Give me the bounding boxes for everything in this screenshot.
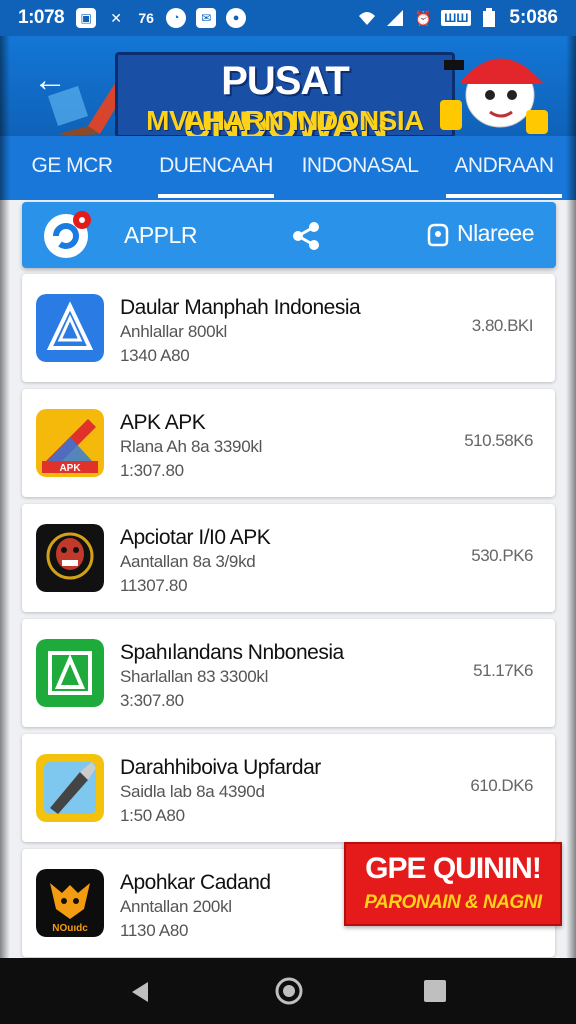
- app-size: 510.58K6: [464, 431, 533, 450]
- app-apk-icon: APK: [36, 409, 104, 477]
- svg-text:APK: APK: [59, 463, 81, 474]
- cellular-icon: [387, 10, 404, 26]
- tab-ge-mcr[interactable]: GE MCR: [0, 136, 144, 200]
- tab-andraan[interactable]: ANDRAAN: [432, 136, 576, 200]
- header-banner: ← PUSAT UNDOWAN MVAHARN INDONSIA: [0, 36, 576, 148]
- notification-glyph: 76: [138, 10, 154, 26]
- action-bar-right-label: Nlareee: [456, 220, 535, 246]
- status-tag: ШШ: [441, 10, 472, 26]
- list-item[interactable]: Apciotar I/I0 APK Aantallan 8a 3/9kd 113…: [22, 504, 555, 612]
- app-date: 1:50 A80: [120, 806, 185, 825]
- alarm-icon: ⏰: [414, 9, 432, 26]
- status-time: 1:078: [18, 7, 65, 28]
- app-subtitle: Anntallan 200kl: [120, 897, 232, 916]
- status-bar: 1:078 ▣ ✕ 76 ◔ ✉ ● ⏰ ШШ 5:086: [0, 0, 576, 36]
- nav-recents-icon[interactable]: [424, 980, 446, 1002]
- app-date: 3:307.80: [120, 691, 184, 710]
- list-item[interactable]: Darahhiboiva Upfardar Saidla lab 8a 4390…: [22, 734, 555, 842]
- app-name: APK APK: [120, 411, 206, 434]
- app-mask-icon: [36, 524, 104, 592]
- tab-indonasal[interactable]: INDONASAL: [288, 136, 432, 200]
- notification-box-icon: ▣: [76, 8, 97, 28]
- status-right-time: 5:086: [509, 7, 558, 28]
- circle-icon: ◔: [166, 8, 187, 28]
- message-icon: ✉: [196, 8, 217, 28]
- app-size: 3.80.BKI: [471, 316, 534, 335]
- nav-home-icon[interactable]: [274, 976, 304, 1006]
- banner-title-part1: PUSAT: [221, 59, 350, 103]
- edge-shadow-left: [0, 36, 10, 958]
- x-icon: ✕: [110, 9, 122, 26]
- app-tiger-icon: NOuıdc: [36, 869, 104, 937]
- app-date: 1:307.80: [120, 461, 184, 480]
- app-name: Spahılandans Nnbonesia: [120, 641, 344, 664]
- app-name: Apciotar I/I0 APK: [120, 526, 271, 549]
- app-subtitle: Anhlallar 800kl: [120, 322, 228, 341]
- app-name: Apohkar Cadand: [120, 871, 271, 894]
- app-pen-icon: [36, 754, 104, 822]
- banner-sign: PUSAT UNDOWAN MVAHARN INDONSIA: [115, 52, 455, 148]
- action-bar: APPLR Nlareee: [22, 202, 556, 268]
- app-subtitle: Rlana Ah 8a 3390kl: [120, 437, 263, 456]
- app-date: 11307.80: [120, 576, 188, 595]
- gift-icon: [427, 223, 449, 246]
- list-item[interactable]: Daular Manphah Indonesia Anhlallar 800kl…: [22, 274, 555, 382]
- app-logo-icon[interactable]: [42, 210, 92, 260]
- phone-screen: 1:078 ▣ ✕ 76 ◔ ✉ ● ⏰ ШШ 5:086 ← PUSAT UN…: [0, 0, 576, 1024]
- action-bar-right[interactable]: Nlareee: [425, 220, 535, 247]
- app-size: 610.DK6: [470, 776, 533, 795]
- dot-circle-icon: ●: [226, 8, 247, 28]
- edge-shadow-right: [566, 36, 576, 958]
- list-item[interactable]: Spahılandans Nnbonesia Sharlallan 83 330…: [22, 619, 555, 727]
- action-bar-label: APPLR: [124, 222, 197, 248]
- app-green-icon: [36, 639, 104, 707]
- app-size: 51.17K6: [473, 661, 533, 680]
- app-name: Daular Manphah Indonesia: [120, 296, 361, 319]
- promo-title: GPE QUININ!: [365, 852, 542, 885]
- app-subtitle: Aantallan 8a 3/9kd: [120, 552, 256, 571]
- nav-back-icon[interactable]: [128, 980, 152, 1004]
- app-date: 1130 A80: [120, 921, 189, 940]
- app-subtitle: Sharlallan 83 3300kl: [120, 667, 269, 686]
- battery-icon: [483, 8, 496, 27]
- navigation-bar: [0, 958, 576, 1024]
- app-triangle-icon: [36, 294, 104, 362]
- tiger-icon-text: NOuıdc: [52, 923, 88, 934]
- list-item[interactable]: APK APK APK Rlana Ah 8a 3390kl 1:307.80 …: [22, 389, 555, 497]
- app-subtitle: Saidla lab 8a 4390d: [120, 782, 265, 801]
- tab-bar: GE MCR DUENCAAH INDONASAL ANDRAAN: [0, 136, 576, 200]
- app-size: 530.PK6: [471, 546, 533, 565]
- share-icon[interactable]: [290, 220, 322, 252]
- wifi-icon: [359, 12, 376, 25]
- promo-badge[interactable]: GPE QUININ! PARONAIN & NAGNI: [344, 842, 562, 926]
- app-name: Darahhiboiva Upfardar: [120, 756, 321, 779]
- app-date: 1340 A80: [120, 346, 190, 365]
- banner-subtitle: MVAHARN INDONSIA: [146, 105, 424, 136]
- mascot-icon: [440, 58, 548, 134]
- promo-subtitle: PARONAIN & NAGNI: [364, 892, 542, 913]
- tab-duencaah[interactable]: DUENCAAH: [144, 136, 288, 200]
